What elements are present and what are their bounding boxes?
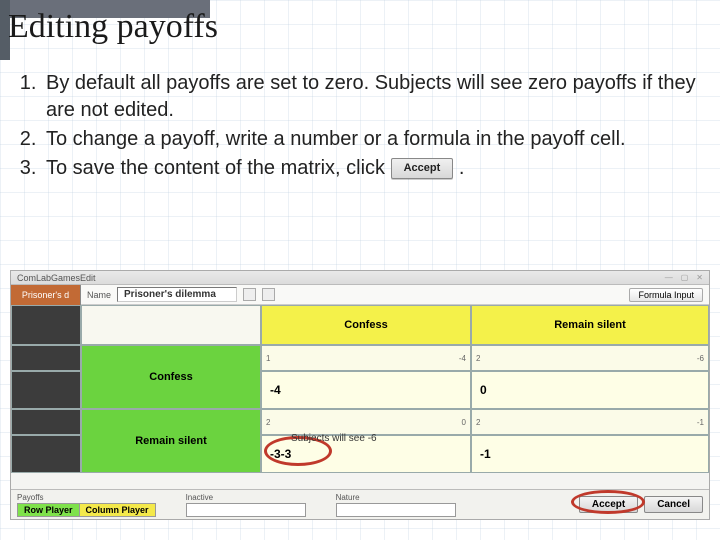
window-controls: — ▢ ✕ [665, 273, 703, 282]
payoff-matrix: Confess Remain silent Confess 1-4 2-6 -4… [11, 305, 709, 489]
app-footer: Payoffs Row Player Column Player Inactiv… [11, 489, 709, 519]
row-player-button[interactable]: Row Player [18, 504, 80, 516]
nature-label: Nature [336, 493, 456, 502]
col-header-2[interactable]: Remain silent [471, 305, 709, 345]
nature-group: Nature [336, 493, 456, 517]
minimize-icon[interactable]: — [665, 273, 673, 282]
subidx-r2c2: 2-1 [471, 409, 709, 435]
row-header-1[interactable]: Confess [81, 345, 261, 409]
payoffs-label: Payoffs [17, 493, 156, 502]
payoffs-group: Payoffs Row Player Column Player [17, 493, 156, 517]
accept-button[interactable]: Accept [579, 496, 638, 513]
column-player-button[interactable]: Column Player [80, 504, 155, 516]
app-window: ComLabGamesEdit — ▢ ✕ Prisoner's d Name … [10, 270, 710, 520]
payoff-cell-r1c1[interactable]: -4 [261, 371, 471, 409]
matrix-side-dark [11, 305, 81, 345]
window-titlebar: ComLabGamesEdit — ▢ ✕ [11, 271, 709, 285]
annotation-text: Subjects will see -6 [291, 433, 377, 444]
row-header-2[interactable]: Remain silent [81, 409, 261, 473]
accept-inline-button[interactable]: Accept [391, 158, 454, 179]
subidx-r2c1: 20 [261, 409, 471, 435]
cell-top-r2c2: -1 [697, 418, 704, 427]
nature-box[interactable] [336, 503, 456, 517]
app-toolbar: Name Prisoner's dilemma Formula Input [81, 285, 709, 305]
cell-top-r1c1: -4 [459, 354, 466, 363]
slide-title: Editing payoffs [8, 8, 218, 46]
name-label: Name [87, 290, 111, 300]
instruction-list: By default all payoffs are set to zero. … [12, 70, 700, 184]
matrix-corner [81, 305, 261, 345]
inactive-box[interactable] [186, 503, 306, 517]
left-scenario-tab[interactable]: Prisoner's d [11, 285, 81, 305]
player-selector: Row Player Column Player [17, 503, 156, 517]
copy-icon[interactable] [243, 288, 256, 301]
instruction-1: By default all payoffs are set to zero. … [42, 70, 700, 124]
subidx-r1c2: 2-6 [471, 345, 709, 371]
payoff-cell-r1c2[interactable]: 0 [471, 371, 709, 409]
payoff-cell-r2c2[interactable]: -1 [471, 435, 709, 473]
formula-input-button[interactable]: Formula Input [629, 288, 703, 302]
footer-buttons: Accept Cancel [579, 496, 703, 513]
col-header-1[interactable]: Confess [261, 305, 471, 345]
cell-top-r1c2: -6 [697, 354, 704, 363]
cell-top-r2c1: 0 [462, 418, 466, 427]
name-input[interactable]: Prisoner's dilemma [117, 287, 237, 302]
maximize-icon[interactable]: ▢ [681, 273, 689, 282]
subidx-r1c1: 1-4 [261, 345, 471, 371]
delete-icon[interactable] [262, 288, 275, 301]
inactive-label: Inactive [186, 493, 306, 502]
instruction-3: To save the content of the matrix, click… [42, 155, 700, 182]
close-icon[interactable]: ✕ [696, 273, 703, 282]
inactive-group: Inactive [186, 493, 306, 517]
cancel-button[interactable]: Cancel [644, 496, 703, 513]
instruction-2: To change a payoff, write a number or a … [42, 126, 700, 153]
window-title-text: ComLabGamesEdit [17, 273, 96, 283]
